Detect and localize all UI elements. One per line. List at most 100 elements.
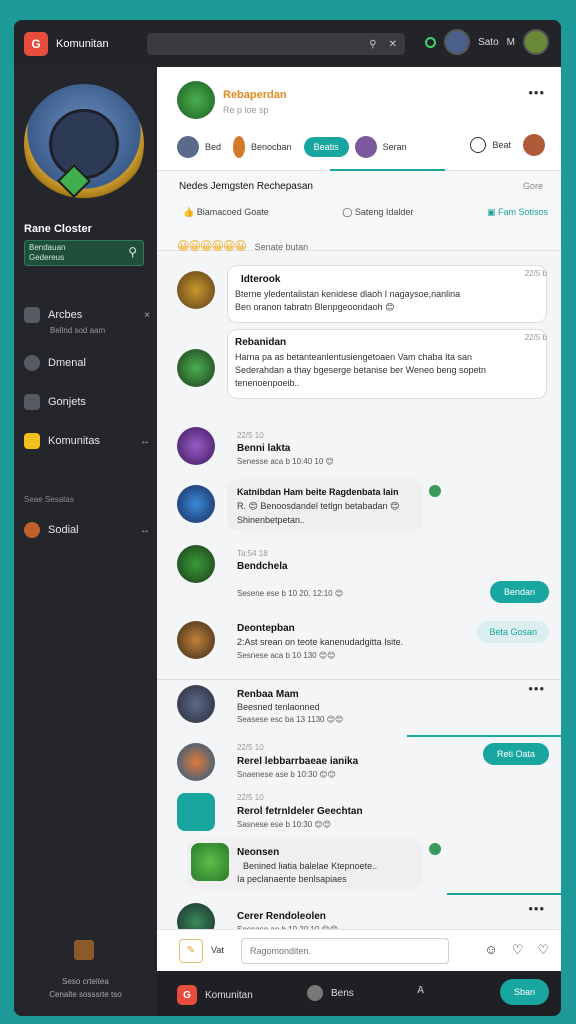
more-options-icon[interactable]: ••• xyxy=(528,85,545,100)
comment-action[interactable]: ◯ Sateng Idalder xyxy=(342,207,413,218)
user-avatar[interactable] xyxy=(444,29,471,55)
share-label: Fam Sotisos xyxy=(497,207,548,217)
search-icon[interactable]: ⚲ xyxy=(369,39,376,50)
sidebar-item-sub: Bellnd sod aam xyxy=(50,326,106,335)
compass-icon xyxy=(307,985,323,1001)
post-tabs-right: Beat xyxy=(470,134,545,156)
avatar[interactable] xyxy=(177,743,215,781)
list-item[interactable]: Neonsen Benined liatia balelae Ktepnoete… xyxy=(157,839,561,893)
sidebar-item-gonjets[interactable]: Gonjets xyxy=(24,394,150,410)
avatar[interactable] xyxy=(177,685,215,723)
list-item[interactable]: 22/5 10 Rerel lebbarrbaeae ianika Snaene… xyxy=(157,739,561,793)
message-text: Ben oranon tabratn Blenpgeoondaoh 😊 xyxy=(235,302,395,312)
bottom-home-button[interactable]: G Komunitan xyxy=(177,985,253,1005)
avatar[interactable] xyxy=(177,621,215,659)
message-text: Sederahdan a thay bgeserge betanise ber … xyxy=(235,365,487,375)
message-meta: Ta:54 18 xyxy=(237,549,268,558)
avatar[interactable] xyxy=(177,793,215,831)
sidebar: Rane Closter Bendauan Gedereus ⚲ Arcbes … xyxy=(14,67,157,1016)
tab-beatis[interactable]: Beatis xyxy=(303,137,349,157)
message-text: Ia peclanaente benlsapiaes xyxy=(237,874,347,884)
sidebar-item-sodial[interactable]: Sodial ↔ xyxy=(24,522,150,538)
message-text: Benined liatia balelae Ktepnoete.. xyxy=(243,861,378,871)
search-icon[interactable]: ⚲ xyxy=(128,246,137,258)
message-input[interactable] xyxy=(241,938,449,964)
main-feed: Rebaperdan Re p loe sp ••• Bed Benocban … xyxy=(157,67,561,969)
bottom-mid-button[interactable]: Bens xyxy=(307,985,354,1001)
list-item[interactable]: Idterook Bterne yledentalistan kenidese … xyxy=(157,265,561,323)
panel-line-1: Bendauan xyxy=(29,243,66,252)
avatar[interactable] xyxy=(177,485,215,523)
sidebar-item-komunitas[interactable]: Komunitas ↔ xyxy=(24,433,150,449)
message-meta: 22/5 10 xyxy=(237,431,264,440)
bottom-a-button[interactable]: A xyxy=(417,985,424,996)
tab-avatar[interactable] xyxy=(523,134,545,156)
list-item[interactable]: Renbaa Mam Beesned tenlaonned Seasese es… xyxy=(157,681,561,735)
avatar[interactable] xyxy=(191,843,229,881)
bottom-home-label: Komunitan xyxy=(205,989,253,1001)
search-input[interactable] xyxy=(155,36,355,52)
bottom-bar: G Komunitan Bens A Sban xyxy=(157,971,561,1016)
avatar[interactable] xyxy=(177,349,215,387)
footer-line-2: Cenalte sosssrte tso xyxy=(49,990,122,999)
meta-right[interactable]: Gore xyxy=(523,181,543,191)
emoji-icon[interactable]: ☺ xyxy=(484,942,497,958)
tab-bed[interactable]: Bed xyxy=(205,142,221,152)
sidebar-item-label: Dmenal xyxy=(48,357,86,369)
sidebar-item-dmenal[interactable]: Dmenal xyxy=(24,355,150,371)
message-sub: Sesene ese b 10 20. 12:10 😊 xyxy=(237,589,344,598)
expand-icon[interactable]: ↔ xyxy=(140,436,150,447)
user-name[interactable]: Sato xyxy=(478,37,499,48)
post-author-avatar[interactable] xyxy=(177,81,215,119)
sidebar-item-arcbes[interactable]: Arcbes × xyxy=(24,307,150,323)
share-action[interactable]: ▣ Fam Sotisos xyxy=(487,207,548,218)
avatar[interactable] xyxy=(177,427,215,465)
message-author: Neonsen xyxy=(237,847,280,858)
list-item[interactable]: 22/5 10 Rerol fetrnldeler Geechtan Sasne… xyxy=(157,789,561,839)
app-logo-icon[interactable]: G xyxy=(24,31,48,56)
like-icon[interactable]: ♡ xyxy=(512,942,524,958)
comment-label: Sateng Idalder xyxy=(354,207,414,217)
composer-label: Vat xyxy=(211,945,224,955)
reaction-row[interactable]: 😀😀😀😀😀😀 Senate butan xyxy=(177,239,308,253)
divider xyxy=(447,893,561,895)
tab-seran[interactable]: Seran xyxy=(383,142,407,152)
close-icon[interactable]: × xyxy=(144,310,150,321)
list-item[interactable]: 22/5 10 Benni lakta Senesse aca b 10:40 … xyxy=(157,407,561,466)
search-box[interactable]: ⚲ ✕ xyxy=(147,33,405,55)
action-pill-button[interactable]: Beta Gosan xyxy=(477,621,549,643)
more-options-icon[interactable]: ••• xyxy=(528,681,545,696)
top-user-area: Sato M xyxy=(425,29,549,55)
reaction-label: Senate butan xyxy=(254,242,309,252)
list-item[interactable]: Katnibdan Ham beite Ragdenbata lain R. 😊… xyxy=(157,479,561,535)
bottom-action-button[interactable]: Sban xyxy=(499,979,549,1005)
tab-beat[interactable]: Beat xyxy=(492,140,511,150)
action-pill-button[interactable]: Bendan xyxy=(489,581,549,603)
refresh-icon[interactable] xyxy=(470,137,487,153)
expand-icon[interactable]: ↔ xyxy=(140,525,150,536)
message-meta: 22/5 10 xyxy=(237,743,264,752)
more-options-icon[interactable]: ••• xyxy=(528,901,545,916)
message-author: Rebanidan xyxy=(235,337,287,348)
close-icon[interactable]: ✕ xyxy=(389,39,397,50)
app-logo-icon: G xyxy=(177,985,197,1005)
app-title: Komunitan xyxy=(56,37,109,50)
avatar[interactable] xyxy=(177,545,215,583)
message-text: Shinenbetpetan.. xyxy=(237,515,306,525)
avatar[interactable] xyxy=(177,271,215,309)
bars-icon xyxy=(24,307,40,323)
action-pill-button[interactable]: Reti Oata xyxy=(482,743,549,765)
like-action[interactable]: 👍 Biamacoed Goate xyxy=(183,207,269,218)
heart-icon[interactable]: ♡ xyxy=(537,942,549,958)
friend-avatar[interactable] xyxy=(523,29,549,55)
message-author: Rerel lebbarrbaeae ianika xyxy=(237,756,359,767)
community-icon xyxy=(24,433,40,449)
tab-benocban[interactable]: Benocban xyxy=(251,142,292,152)
profile-search-panel[interactable]: Bendauan Gedereus ⚲ xyxy=(24,240,144,266)
list-item[interactable]: Ta:54 18 Bendchela Sesene ese b 10 20. 1… xyxy=(157,539,561,603)
message-time: 22/5 b xyxy=(524,269,547,278)
list-item[interactable]: Deontepban 2:Ast srean on teote kanenuda… xyxy=(157,615,561,675)
list-item[interactable]: Rebanidan Harna pa as betanteanlentusien… xyxy=(157,329,561,399)
message-author: Bendchela xyxy=(237,561,288,572)
attach-icon[interactable]: ✎ xyxy=(179,939,203,963)
